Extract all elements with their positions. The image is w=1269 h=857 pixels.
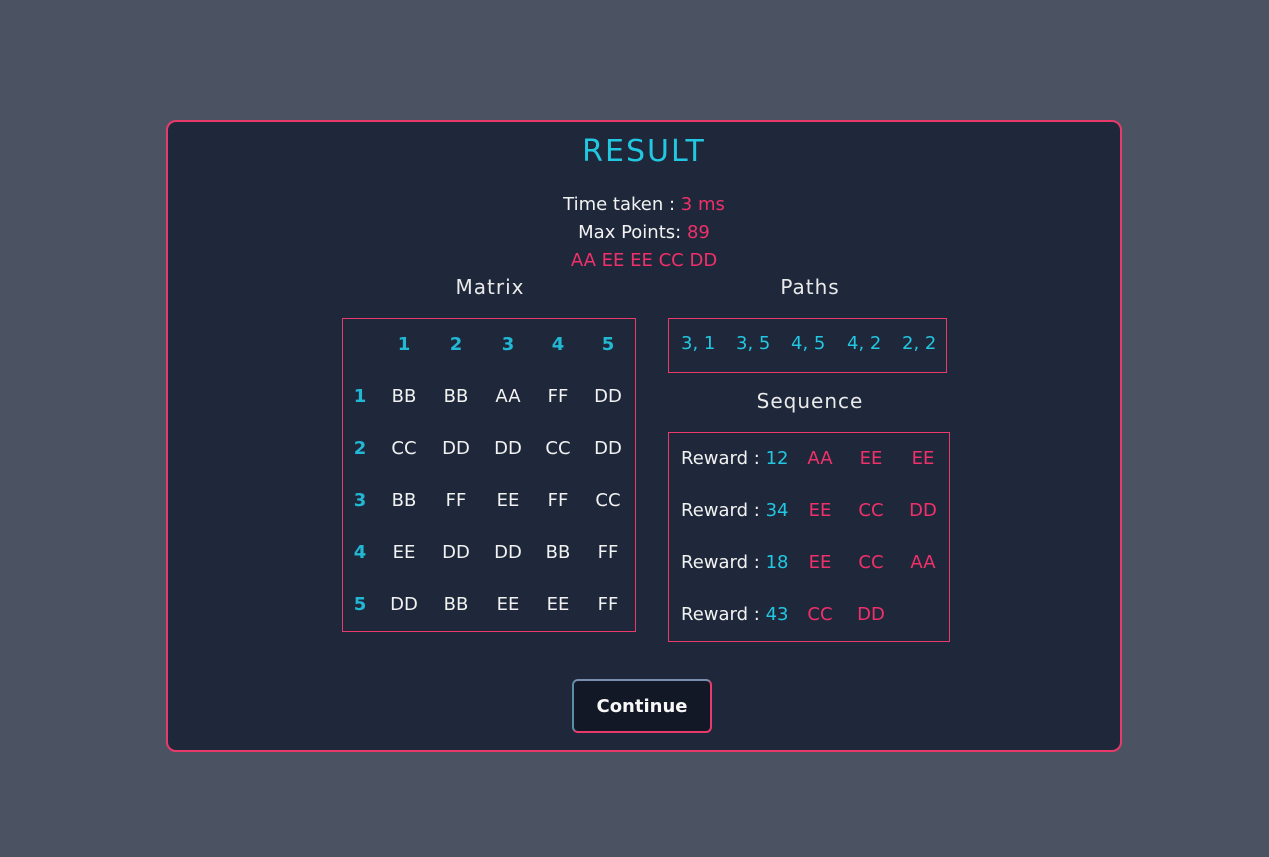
sequence-token: DD xyxy=(909,500,937,521)
sequence-token: EE xyxy=(911,448,935,469)
path-coordinate: 3, 5 xyxy=(736,333,771,354)
matrix-cell: CC xyxy=(545,438,571,459)
matrix-cell: BB xyxy=(443,386,469,407)
matrix-cell: BB xyxy=(443,594,469,615)
best-sequence-line: AA EE EE CC DD xyxy=(168,250,1120,271)
reward-label: Reward : xyxy=(681,448,760,469)
path-coordinate: 4, 5 xyxy=(791,333,826,354)
matrix-col-header: 2 xyxy=(449,334,463,355)
matrix-cell: DD xyxy=(442,438,470,459)
matrix-cell: EE xyxy=(392,542,416,563)
reward-value: 12 xyxy=(765,448,789,469)
sequence-row: Reward : 18 xyxy=(681,552,788,573)
sequence-row: Reward : 12 xyxy=(681,448,788,469)
matrix-cell: DD xyxy=(494,542,522,563)
matrix-cell: EE xyxy=(496,490,520,511)
sequence-token: DD xyxy=(857,604,885,625)
sequence-token: AA xyxy=(807,448,833,469)
max-points-value: 89 xyxy=(686,222,710,243)
matrix-row-header: 2 xyxy=(353,438,367,459)
matrix-cell: DD xyxy=(442,542,470,563)
matrix-col-header: 4 xyxy=(551,334,565,355)
reward-label: Reward : xyxy=(681,552,760,573)
sequence-token: AA xyxy=(910,552,936,573)
matrix-cell: EE xyxy=(546,594,570,615)
sequence-row: Reward : 34 xyxy=(681,500,788,521)
sequence-token: EE xyxy=(808,500,832,521)
path-coordinate: 3, 1 xyxy=(681,333,716,354)
matrix-cell: FF xyxy=(597,542,619,563)
sequence-token: CC xyxy=(807,604,833,625)
sequence-token: CC xyxy=(858,500,884,521)
matrix-col-header: 5 xyxy=(601,334,615,355)
matrix-cell: FF xyxy=(445,490,467,511)
continue-button[interactable]: Continue xyxy=(572,679,712,733)
paths-list: 3, 1 3, 5 4, 5 4, 2 2, 2 xyxy=(668,318,947,373)
matrix-col-header: 3 xyxy=(501,334,515,355)
matrix-heading: Matrix xyxy=(455,275,525,299)
matrix-cell: DD xyxy=(390,594,418,615)
matrix-row-header: 1 xyxy=(353,386,367,407)
reward-value: 34 xyxy=(765,500,789,521)
time-taken-label: Time taken : xyxy=(563,194,676,215)
sequence-token: EE xyxy=(859,448,883,469)
sequence-token: EE xyxy=(808,552,832,573)
reward-label: Reward : xyxy=(681,500,760,521)
matrix-cell: DD xyxy=(494,438,522,459)
path-coordinate: 2, 2 xyxy=(902,333,937,354)
paths-heading: Paths xyxy=(780,275,840,299)
result-dialog: RESULT Time taken : 3 ms Max Points: 89 … xyxy=(166,120,1122,752)
matrix-cell: CC xyxy=(595,490,621,511)
reward-value: 18 xyxy=(765,552,789,573)
sequence-token: CC xyxy=(858,552,884,573)
sequence-row: Reward : 43 xyxy=(681,604,788,625)
max-points-label: Max Points: xyxy=(578,222,682,243)
matrix-cell: AA xyxy=(495,386,521,407)
sequence-heading: Sequence xyxy=(756,389,864,413)
matrix-cell: BB xyxy=(545,542,571,563)
matrix-row-header: 3 xyxy=(353,490,367,511)
matrix-cell: DD xyxy=(594,438,622,459)
reward-label: Reward : xyxy=(681,604,760,625)
max-points-line: Max Points: 89 xyxy=(168,222,1120,243)
matrix-row-header: 4 xyxy=(353,542,367,563)
matrix-cell: EE xyxy=(496,594,520,615)
sequence-list: Reward : 12 AA EE EE Reward : 34 EE CC DD Reward… xyxy=(668,432,950,642)
result-title: RESULT xyxy=(582,134,706,169)
matrix-cell: BB xyxy=(391,386,417,407)
matrix-cell: DD xyxy=(594,386,622,407)
reward-value: 43 xyxy=(765,604,789,625)
matrix-row-header: 5 xyxy=(353,594,367,615)
time-taken-value: 3 ms xyxy=(680,194,725,215)
path-coordinate: 4, 2 xyxy=(847,333,882,354)
matrix-cell: FF xyxy=(547,490,569,511)
matrix-cell: FF xyxy=(547,386,569,407)
matrix-grid: 1 2 3 4 5 1 2 3 4 5 BB BB AA FF DD CC DD DD CC DD BB FF EE FF CC… xyxy=(342,318,636,632)
matrix-cell: FF xyxy=(597,594,619,615)
matrix-cell: CC xyxy=(391,438,417,459)
matrix-col-header: 1 xyxy=(397,334,411,355)
time-taken-line: Time taken : 3 ms xyxy=(168,194,1120,215)
best-sequence: AA EE EE CC DD xyxy=(570,250,718,271)
matrix-cell: BB xyxy=(391,490,417,511)
